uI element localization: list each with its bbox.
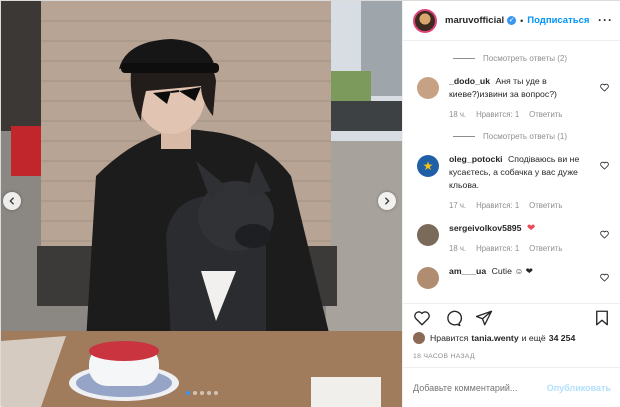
prev-photo-button[interactable]	[3, 192, 21, 210]
add-comment-bar: Опубликовать	[403, 367, 620, 407]
comment-text: _dodo_uk Аня ты уде в киеве?)извини за в…	[449, 75, 607, 101]
carousel-dot	[193, 391, 197, 395]
comment-text: am___ua Cutie ☺ ❤	[449, 265, 607, 278]
commenter-username[interactable]: am___ua	[449, 266, 486, 276]
replies-line	[453, 57, 475, 59]
heart-outline-icon[interactable]	[600, 83, 609, 92]
comment-likes[interactable]: Нравится: 1	[476, 201, 519, 210]
author-username[interactable]: maruvofficial	[445, 15, 504, 26]
post-timestamp[interactable]: 18 ЧАСОВ НАЗАД	[413, 353, 475, 360]
liker-username[interactable]: tania.wenty	[471, 333, 518, 343]
carousel-dot	[200, 391, 204, 395]
send-icon[interactable]	[475, 309, 493, 327]
black-heart-emoji-icon: ❤	[525, 266, 533, 276]
comment-likes[interactable]: Нравится: 1	[476, 110, 519, 119]
likes-mid: и ещё	[521, 333, 546, 343]
reply-button[interactable]: Ответить	[529, 110, 562, 119]
comments-list[interactable]: Посмотреть ответы (2) _dodo_uk Аня ты уд…	[403, 41, 620, 303]
comment-time: 18 ч.	[449, 110, 467, 119]
post-photo[interactable]	[1, 1, 402, 407]
liker-avatar[interactable]	[413, 332, 425, 344]
comment-item: sergeivolkov5895 ❤ 18 ч. Нравится: 1 Отв…	[413, 222, 611, 253]
comment-body: sergeivolkov5895 ❤ 18 ч. Нравится: 1 Отв…	[449, 222, 607, 253]
follow-button[interactable]: Подписаться	[527, 15, 589, 26]
comment-meta: 18 ч. Нравится: 1 Ответить	[449, 110, 607, 119]
comment-text: oleg_potocki Сподіваюсь ви не кусаєтесь,…	[449, 153, 607, 192]
likes-prefix: Нравится	[430, 333, 469, 343]
comment-icon[interactable]	[444, 309, 462, 327]
comment-meta: 17 ч. Нравится: 1 Ответить	[449, 201, 607, 210]
more-options-icon[interactable]: ···	[598, 13, 613, 27]
comment-item: am___ua Cutie ☺ ❤	[413, 265, 611, 289]
commenter-avatar[interactable]: ★	[417, 155, 439, 177]
carousel-dots	[186, 391, 218, 395]
red-heart-emoji-icon: ❤	[526, 223, 536, 234]
commenter-avatar[interactable]	[417, 77, 439, 99]
publish-button[interactable]: Опубликовать	[547, 383, 611, 393]
carousel-dot	[186, 391, 190, 395]
comment-content: Cutie	[491, 266, 512, 276]
separator-bullet: •	[520, 15, 524, 26]
photo-illustration	[1, 1, 402, 407]
comment-input[interactable]	[413, 382, 547, 393]
commenter-username[interactable]: oleg_potocki	[449, 154, 503, 164]
carousel-dot	[207, 391, 211, 395]
comment-body: oleg_potocki Сподіваюсь ви не кусаєтесь,…	[449, 153, 607, 210]
smiling-emoji-icon: ☺	[514, 266, 524, 276]
carousel-dot	[214, 391, 218, 395]
comment-time: 18 ч.	[449, 244, 467, 253]
heart-outline-icon[interactable]	[413, 309, 431, 327]
comment-meta: 18 ч. Нравится: 1 Ответить	[449, 244, 607, 253]
comment-body: _dodo_uk Аня ты уде в киеве?)извини за в…	[449, 75, 607, 119]
next-photo-button[interactable]	[378, 192, 396, 210]
heart-outline-icon[interactable]	[600, 230, 609, 239]
view-replies-label: Посмотреть ответы (1)	[483, 131, 568, 141]
verified-badge-icon: ✓	[507, 16, 517, 25]
chevron-right-icon	[384, 197, 390, 205]
likes-count[interactable]: 34 254	[549, 333, 576, 343]
commenter-username[interactable]: sergeivolkov5895	[449, 223, 521, 233]
heart-outline-icon[interactable]	[600, 161, 609, 170]
commenter-avatar[interactable]	[417, 224, 439, 246]
view-replies-label: Посмотреть ответы (2)	[483, 53, 568, 63]
replies-line	[453, 135, 475, 137]
comment-item: ★ oleg_potocki Сподіваюсь ви не кусаєтес…	[413, 153, 611, 210]
chevron-left-icon	[9, 197, 15, 205]
post-actions	[403, 303, 620, 331]
comment-item: _dodo_uk Аня ты уде в киеве?)извини за в…	[413, 75, 611, 119]
post-sidebar: maruvofficial ✓ • Подписаться ··· Посмот…	[402, 1, 620, 407]
post-dialog: maruvofficial ✓ • Подписаться ··· Посмот…	[0, 0, 620, 407]
reply-button[interactable]: Ответить	[529, 201, 562, 210]
heart-outline-icon[interactable]	[600, 273, 609, 282]
comment-text: sergeivolkov5895 ❤	[449, 222, 607, 235]
bookmark-icon[interactable]	[593, 309, 611, 327]
commenter-username[interactable]: _dodo_uk	[449, 76, 490, 86]
post-header: maruvofficial ✓ • Подписаться ···	[403, 1, 620, 41]
comment-time: 17 ч.	[449, 201, 467, 210]
reply-button[interactable]: Ответить	[529, 244, 562, 253]
avatar[interactable]	[413, 8, 437, 33]
likes-summary: Нравится tania.wenty и ещё 34 254	[413, 332, 578, 344]
view-replies-button[interactable]: Посмотреть ответы (2)	[413, 41, 611, 75]
commenter-avatar[interactable]	[417, 267, 439, 289]
view-replies-button[interactable]: Посмотреть ответы (1)	[413, 119, 611, 153]
comment-body: am___ua Cutie ☺ ❤	[449, 265, 607, 289]
comment-likes[interactable]: Нравится: 1	[476, 244, 519, 253]
